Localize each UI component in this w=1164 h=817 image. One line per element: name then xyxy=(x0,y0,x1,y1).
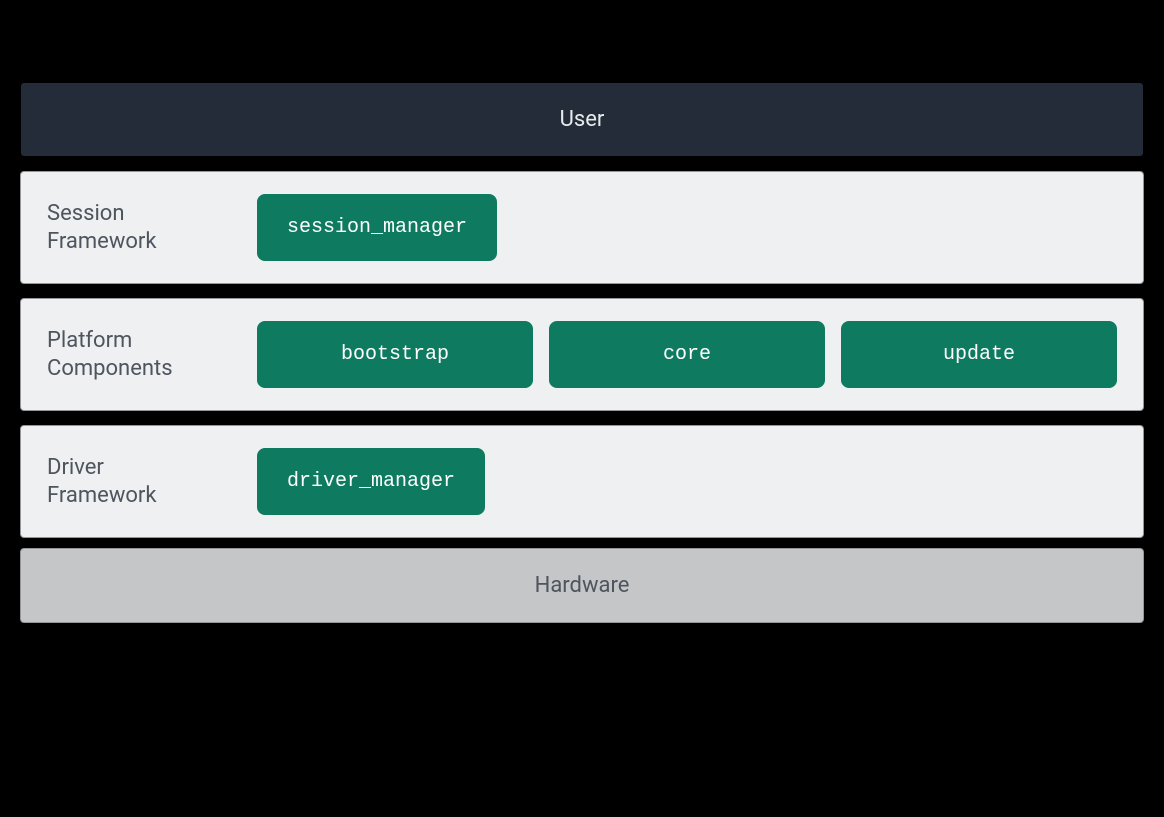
hardware-layer: Hardware xyxy=(20,548,1144,623)
platform-components-title: PlatformComponents xyxy=(47,327,227,382)
chip-update: update xyxy=(841,321,1117,388)
driver-framework-items: driver_manager xyxy=(257,448,1117,515)
hardware-layer-label: Hardware xyxy=(535,573,630,598)
chip-driver-manager: driver_manager xyxy=(257,448,485,515)
chip-bootstrap: bootstrap xyxy=(257,321,533,388)
platform-components-layer: PlatformComponents bootstrap core update xyxy=(20,298,1144,411)
chip-session-manager: session_manager xyxy=(257,194,497,261)
session-framework-layer: SessionFramework session_manager xyxy=(20,171,1144,284)
session-framework-items: session_manager xyxy=(257,194,1117,261)
chip-core: core xyxy=(549,321,825,388)
architecture-stack: User SessionFramework session_manager Pl… xyxy=(20,82,1144,623)
platform-components-items: bootstrap core update xyxy=(257,321,1117,388)
session-framework-title: SessionFramework xyxy=(47,200,227,255)
user-layer: User xyxy=(20,82,1144,157)
driver-framework-layer: DriverFramework driver_manager xyxy=(20,425,1144,538)
user-layer-label: User xyxy=(560,107,605,132)
driver-framework-title: DriverFramework xyxy=(47,454,227,509)
